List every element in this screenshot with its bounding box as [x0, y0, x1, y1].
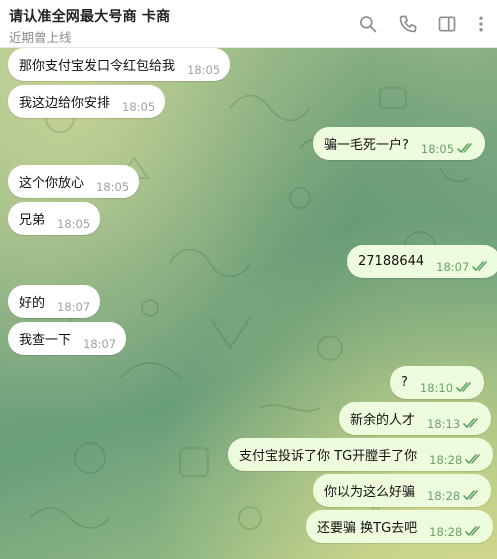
phone-icon[interactable]	[396, 12, 420, 36]
message-text: 那你支付宝发口令红包给我	[19, 59, 176, 74]
read-checkmarks-icon	[463, 418, 481, 429]
message-bubble-incoming[interactable]: 兄弟 18:05	[8, 202, 101, 235]
message-time: 18:05	[96, 179, 130, 194]
message-bubble-outgoing[interactable]: 新余的人才 18:13	[339, 402, 492, 435]
chat-area[interactable]: 那你支付宝发口令红包给我 18:05 我这边给你安排 18:05 骗一毛死一户?…	[0, 48, 497, 559]
message-time: 18:28	[427, 488, 461, 503]
message-bubble-outgoing[interactable]: 还要骗 换TG去吧 18:28	[306, 510, 494, 543]
message-text: 你以为这么好骗	[324, 485, 416, 500]
message-time: 18:05	[420, 141, 455, 156]
message-bubble-incoming[interactable]: 那你支付宝发口令红包给我 18:05	[8, 48, 231, 81]
read-checkmarks-icon	[457, 143, 475, 154]
message-bubble-outgoing[interactable]: ? 18:10	[390, 366, 485, 399]
message-time: 18:07	[83, 336, 117, 351]
read-checkmarks-icon	[465, 526, 483, 537]
message-text: 兄弟	[19, 213, 46, 228]
read-checkmarks-icon	[465, 454, 483, 465]
message-time: 18:10	[419, 380, 454, 395]
message-bubble-incoming[interactable]: 我这边给你安排 18:05	[8, 85, 166, 118]
message-time: 18:05	[57, 216, 91, 231]
message-text: ?	[401, 375, 408, 390]
read-checkmarks-icon	[472, 261, 490, 272]
message-text: 支付宝投诉了你 TG开膛手了你	[239, 449, 418, 464]
chat-title[interactable]: 请认准全网最大号商 卡商	[9, 6, 170, 26]
sidebar-toggle-icon[interactable]	[435, 12, 459, 36]
message-time: 18:05	[122, 99, 156, 114]
message-time: 18:28	[429, 452, 463, 467]
chat-header: 请认准全网最大号商 卡商 近期曾上线	[0, 0, 497, 48]
message-time: 18:28	[429, 524, 463, 539]
more-icon[interactable]	[469, 12, 493, 36]
message-text: 还要骗 换TG去吧	[317, 521, 418, 536]
message-text: 我这边给你安排	[19, 96, 111, 111]
message-text: 这个你放心	[19, 176, 85, 191]
message-bubble-outgoing[interactable]: 你以为这么好骗 18:28	[313, 474, 492, 507]
message-time: 18:07	[436, 259, 470, 274]
message-bubble-incoming[interactable]: 我查一下 18:07	[8, 322, 127, 355]
message-text: 骗一毛死一户?	[324, 138, 409, 153]
search-icon[interactable]	[356, 12, 380, 36]
read-checkmarks-icon	[456, 382, 474, 393]
message-bubble-incoming[interactable]: 这个你放心 18:05	[8, 165, 140, 198]
message-text: 我查一下	[19, 333, 72, 348]
message-text: 新余的人才	[350, 413, 416, 428]
message-text: 好的	[19, 296, 46, 311]
message-time: 18:05	[187, 62, 221, 77]
message-text: 27188644	[358, 254, 425, 269]
message-time: 18:07	[57, 299, 91, 314]
last-seen-status: 近期曾上线	[9, 30, 72, 45]
message-bubble-outgoing[interactable]: 27188644 18:07	[347, 245, 497, 278]
message-bubble-outgoing[interactable]: 支付宝投诉了你 TG开膛手了你 18:28	[228, 438, 494, 471]
read-checkmarks-icon	[463, 490, 481, 501]
message-bubble-outgoing[interactable]: 骗一毛死一户? 18:05	[313, 127, 486, 160]
message-bubble-incoming[interactable]: 好的 18:07	[8, 285, 101, 318]
message-time: 18:13	[427, 416, 461, 431]
